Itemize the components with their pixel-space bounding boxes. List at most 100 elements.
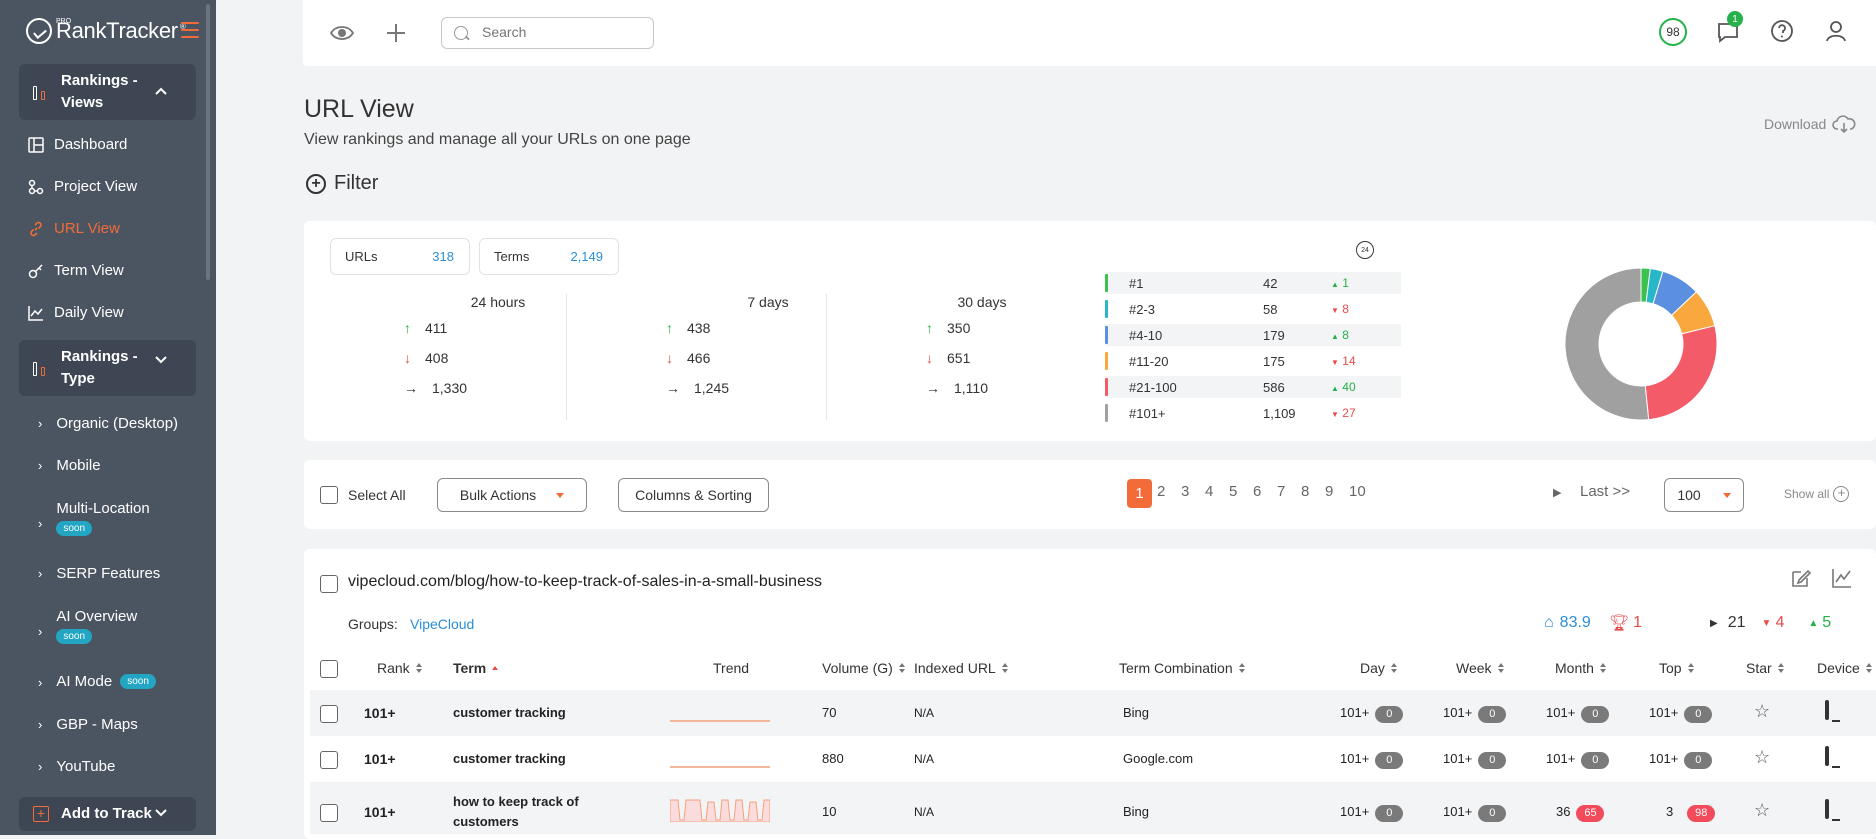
col-term[interactable]: Term bbox=[453, 660, 499, 676]
sidebar-item-multi-location[interactable]: › Multi-Location soon bbox=[38, 500, 150, 536]
terms-count[interactable]: Terms 2,149 bbox=[479, 238, 619, 275]
page-1[interactable]: 1 bbox=[1127, 479, 1152, 508]
rank-label: #11-20 bbox=[1129, 353, 1169, 369]
add-to-track-button[interactable]: + Add to Track bbox=[19, 797, 196, 831]
sidebar-item-project-view[interactable]: Project View bbox=[28, 178, 137, 195]
sidebar-item-url-view[interactable]: URL View bbox=[28, 220, 120, 237]
section-rankings-type[interactable]: Rankings - Type bbox=[19, 340, 196, 396]
period-label: 24 hours bbox=[470, 294, 526, 310]
sidebar-item-mobile[interactable]: › Mobile bbox=[38, 457, 101, 474]
page-4[interactable]: 4 bbox=[1205, 483, 1213, 500]
rank-row[interactable]: #1 42 ▲ 1 bbox=[1105, 272, 1401, 294]
page-2[interactable]: 2 bbox=[1157, 483, 1165, 500]
score-badge[interactable]: 98 bbox=[1659, 18, 1687, 46]
hamburger-menu-icon[interactable] bbox=[181, 22, 199, 38]
arrow-right-icon: ▶ bbox=[1710, 617, 1718, 629]
header-checkbox[interactable] bbox=[320, 660, 338, 678]
search-box[interactable] bbox=[441, 17, 654, 49]
rank-change: ▲ 8 bbox=[1331, 328, 1349, 342]
term-link[interactable]: customer tracking bbox=[453, 705, 566, 720]
show-all-link[interactable]: Show all + bbox=[1784, 486, 1850, 502]
help-icon[interactable] bbox=[1769, 18, 1795, 44]
rank-value: 586 bbox=[1263, 379, 1285, 395]
sidebar-item-youtube[interactable]: › YouTube bbox=[38, 758, 115, 775]
rank-row[interactable]: #21-100 586 ▲ 40 bbox=[1105, 376, 1401, 398]
sidebar-scrollbar[interactable] bbox=[206, 4, 210, 280]
donut-slice[interactable] bbox=[1564, 267, 1650, 421]
col-star[interactable]: Star bbox=[1746, 660, 1784, 676]
sidebar-item-daily-view[interactable]: Daily View bbox=[28, 304, 124, 321]
row-checkbox[interactable] bbox=[320, 705, 338, 723]
table-row[interactable]: 101+ customer tracking 880 N/A Google.co… bbox=[310, 736, 1876, 782]
col-indexed-url[interactable]: Indexed URL bbox=[914, 660, 1008, 676]
page-6[interactable]: 6 bbox=[1253, 483, 1261, 500]
logo-brand: RankTracker bbox=[56, 18, 178, 43]
sidebar-item-ai-overview[interactable]: › AI Overview soon bbox=[38, 608, 137, 644]
chevron-right-icon: › bbox=[38, 566, 43, 581]
last-page-link[interactable]: Last >> bbox=[1580, 483, 1630, 500]
term-link[interactable]: customer tracking bbox=[453, 751, 566, 766]
chart-icon[interactable] bbox=[1831, 567, 1853, 589]
row-checkbox[interactable] bbox=[320, 751, 338, 769]
sidebar-item-dashboard[interactable]: Dashboard bbox=[28, 136, 127, 153]
col-term-combination[interactable]: Term Combination bbox=[1119, 660, 1245, 676]
sidebar-item-gbp-maps[interactable]: › GBP - Maps bbox=[38, 716, 138, 733]
rank-row[interactable]: #101+ 1,109 ▼ 27 bbox=[1105, 402, 1401, 424]
page-3[interactable]: 3 bbox=[1181, 483, 1189, 500]
sidebar-item-term-view[interactable]: Term View bbox=[28, 262, 124, 279]
rank-row[interactable]: #11-20 175 ▼ 14 bbox=[1105, 350, 1401, 372]
logo[interactable]: PRO RankTracker ® bbox=[26, 16, 186, 46]
col-volume[interactable]: Volume (G) bbox=[822, 660, 905, 676]
page-title: URL View bbox=[304, 95, 414, 123]
edit-icon[interactable] bbox=[1790, 567, 1812, 589]
clock-24h-icon[interactable]: 24 bbox=[1356, 241, 1374, 259]
page-9[interactable]: 9 bbox=[1325, 483, 1333, 500]
col-top[interactable]: Top bbox=[1659, 660, 1694, 676]
user-icon[interactable] bbox=[1823, 18, 1849, 44]
donut-slice[interactable] bbox=[1644, 325, 1718, 421]
table-row[interactable]: 101+ customer tracking 70 N/A Bing 101+ 0… bbox=[310, 690, 1876, 736]
page-5[interactable]: 5 bbox=[1229, 483, 1237, 500]
group-link[interactable]: VipeCloud bbox=[410, 616, 474, 632]
section-label: Rankings - bbox=[61, 348, 138, 365]
rank-row[interactable]: #2-3 58 ▼ 8 bbox=[1105, 298, 1401, 320]
page-7[interactable]: 7 bbox=[1277, 483, 1285, 500]
search-input[interactable] bbox=[482, 24, 642, 40]
soon-badge: soon bbox=[56, 629, 93, 644]
eye-icon[interactable] bbox=[329, 20, 355, 46]
page-8[interactable]: 8 bbox=[1301, 483, 1309, 500]
download-button[interactable]: Download bbox=[1764, 114, 1856, 134]
urls-count[interactable]: URLs 318 bbox=[330, 238, 470, 275]
star-icon[interactable]: ☆ bbox=[1754, 701, 1770, 722]
col-device[interactable]: Device bbox=[1817, 660, 1872, 676]
plus-icon[interactable] bbox=[383, 20, 409, 46]
next-page-arrow-icon[interactable]: ▶ bbox=[1553, 486, 1561, 499]
col-month[interactable]: Month bbox=[1555, 660, 1606, 676]
col-day[interactable]: Day bbox=[1360, 660, 1397, 676]
url-title[interactable]: vipecloud.com/blog/how-to-keep-track-of-… bbox=[348, 573, 822, 591]
bulk-actions-dropdown[interactable]: Bulk Actions bbox=[437, 478, 587, 512]
select-all-checkbox[interactable] bbox=[320, 486, 338, 504]
term-link[interactable]: how to keep track of customers bbox=[453, 792, 579, 832]
sidebar-item-organic-desktop[interactable]: › Organic (Desktop) bbox=[38, 415, 178, 432]
url-checkbox[interactable] bbox=[320, 575, 338, 593]
col-week[interactable]: Week bbox=[1456, 660, 1504, 676]
row-checkbox[interactable] bbox=[320, 804, 338, 822]
page-10[interactable]: 10 bbox=[1349, 483, 1366, 500]
period-label: 7 days bbox=[747, 294, 789, 310]
sidebar-item-ai-mode[interactable]: › AI Mode soon bbox=[38, 673, 156, 690]
desktop-icon bbox=[1825, 799, 1829, 819]
rank-row[interactable]: #4-10 179 ▲ 8 bbox=[1105, 324, 1401, 346]
col-rank[interactable]: Rank bbox=[377, 660, 422, 676]
sidebar-item-serp-features[interactable]: › SERP Features bbox=[38, 565, 160, 582]
arrow-right-icon: → bbox=[926, 380, 940, 396]
per-page-select[interactable]: 100 bbox=[1664, 478, 1744, 512]
bar-chart-icon bbox=[33, 360, 49, 376]
chevron-down-icon bbox=[154, 807, 168, 821]
filter-toggle[interactable]: + Filter bbox=[306, 172, 378, 195]
table-row[interactable]: 101+ how to keep track of customers 10 N/… bbox=[310, 782, 1876, 834]
star-icon[interactable]: ☆ bbox=[1754, 747, 1770, 768]
section-rankings-views[interactable]: Rankings - Views bbox=[19, 64, 196, 120]
columns-sorting-button[interactable]: Columns & Sorting bbox=[618, 478, 769, 512]
star-icon[interactable]: ☆ bbox=[1754, 800, 1770, 821]
